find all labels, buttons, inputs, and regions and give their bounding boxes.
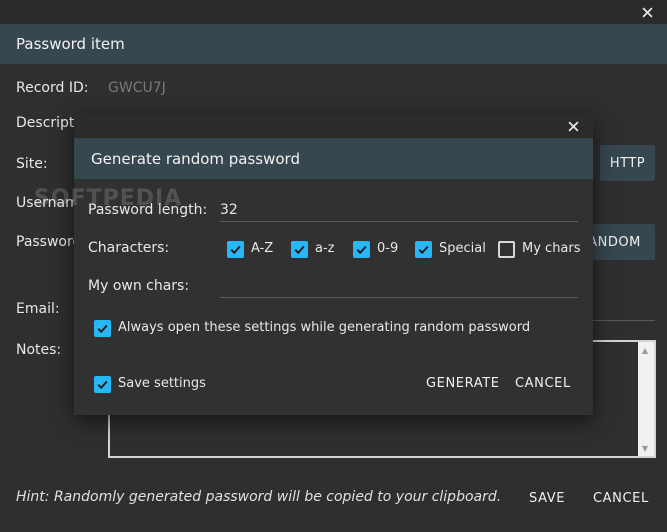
password-length-input[interactable]: 32 xyxy=(220,202,238,218)
generate-password-dialog: Generate random password Password length… xyxy=(74,114,593,415)
description-label: Description: xyxy=(16,115,74,131)
own-chars-underline xyxy=(220,297,578,298)
random-button-wrap: RANDOM xyxy=(593,224,655,260)
password-length-underline xyxy=(220,221,578,222)
charset-mychars-label[interactable]: My chars xyxy=(522,241,581,256)
password-label: Password: xyxy=(16,234,74,250)
charset-az-upper-label[interactable]: A-Z xyxy=(251,241,273,256)
charset-az-lower-label[interactable]: a-z xyxy=(315,241,334,256)
http-button[interactable]: HTTP xyxy=(600,145,655,181)
charset-digits-checkbox[interactable] xyxy=(353,241,370,258)
charset-special-checkbox[interactable] xyxy=(415,241,432,258)
scroll-up-icon[interactable]: ▲ xyxy=(638,343,652,357)
charset-mychars-checkbox[interactable] xyxy=(498,241,515,258)
dialog-cancel-button[interactable]: CANCEL xyxy=(515,376,571,391)
always-open-checkbox[interactable] xyxy=(94,320,111,337)
charset-az-upper-checkbox[interactable] xyxy=(227,241,244,258)
window-title: Password item xyxy=(0,24,667,64)
random-button[interactable]: RANDOM xyxy=(593,224,655,260)
own-chars-label: My own chars: xyxy=(88,278,190,294)
characters-label: Characters: xyxy=(88,240,170,256)
charset-az-lower-checkbox[interactable] xyxy=(291,241,308,258)
save-button[interactable]: SAVE xyxy=(529,491,565,506)
charset-digits-label[interactable]: 0-9 xyxy=(377,241,398,256)
checkmark-icon xyxy=(97,324,108,334)
email-field-underline[interactable] xyxy=(593,320,655,321)
checkmark-icon xyxy=(418,245,429,255)
watermark-logo: SOFTPEDIA xyxy=(34,186,183,211)
always-open-label[interactable]: Always open these settings while generat… xyxy=(118,320,530,335)
notes-scrollbar[interactable]: ▲ ▼ xyxy=(638,342,654,456)
window-close-icon[interactable] xyxy=(638,3,656,21)
cancel-button[interactable]: CANCEL xyxy=(593,491,649,506)
site-label: Site: xyxy=(16,156,48,172)
save-settings-label[interactable]: Save settings xyxy=(118,376,206,391)
hint-text: Hint: Randomly generated password will b… xyxy=(16,489,502,505)
checkmark-icon xyxy=(230,245,241,255)
dialog-title: Generate random password xyxy=(74,138,593,179)
generate-button[interactable]: GENERATE xyxy=(426,376,500,391)
checkmark-icon xyxy=(97,380,108,390)
record-id-label: Record ID: xyxy=(16,80,89,96)
own-chars-input[interactable] xyxy=(220,278,578,296)
window-titlebar xyxy=(0,0,667,24)
save-settings-checkbox[interactable] xyxy=(94,376,111,393)
email-label: Email: xyxy=(16,301,60,317)
dialog-close-icon[interactable] xyxy=(564,117,582,135)
checkmark-icon xyxy=(356,245,367,255)
scroll-down-icon[interactable]: ▼ xyxy=(638,441,652,455)
notes-label: Notes: xyxy=(16,342,62,358)
record-id-value: GWCU7J xyxy=(108,80,166,96)
charset-special-label[interactable]: Special xyxy=(439,241,486,256)
dialog-titlebar xyxy=(74,114,593,138)
checkmark-icon xyxy=(294,245,305,255)
